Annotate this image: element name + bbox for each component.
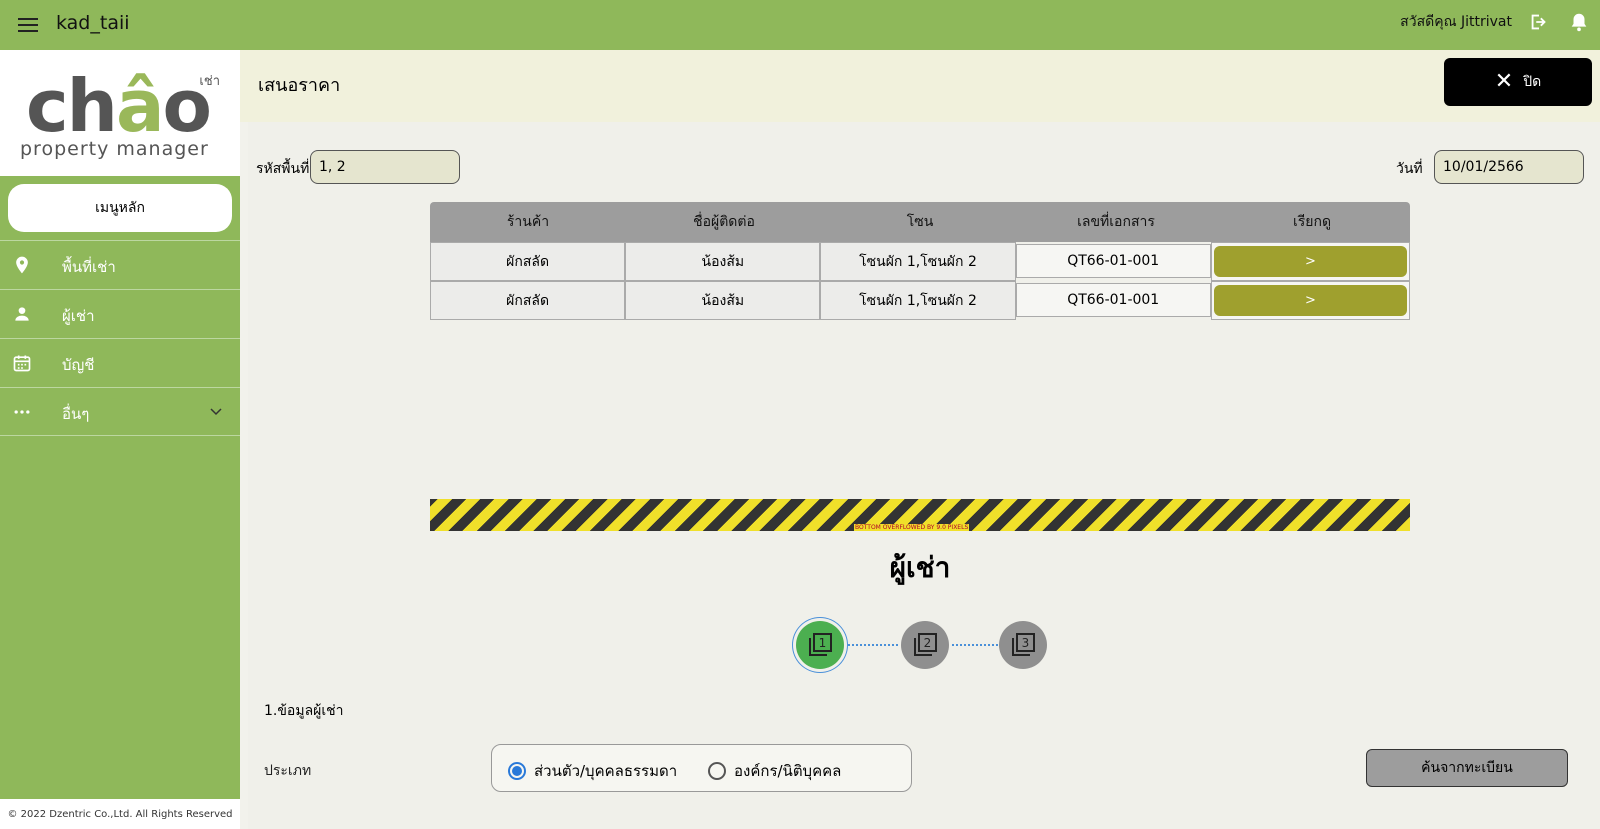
view-button[interactable]: >: [1213, 285, 1408, 316]
date-field[interactable]: 10/01/2566: [1434, 150, 1584, 184]
area-code-label: รหัสพื้นที่: [256, 161, 310, 177]
page-title: เสนอราคา: [258, 75, 341, 96]
column-header-view: เรียกดู: [1292, 214, 1332, 230]
column-header-zone: โซน: [906, 214, 934, 230]
column-header-doc-number: เลขที่เอกสาร: [1077, 214, 1155, 230]
table-row: ผักสลัด น้องส้ม โซนผัก 1,โซนผัก 2 QT66-0…: [430, 242, 1411, 281]
radio-selected-icon: [508, 762, 526, 780]
tenant-type-radio-group: ส่วนตัว/บุคคลธรรมดา องค์กร/นิติบุคคล: [491, 744, 912, 792]
zone-cell: โซนผัก 1,โซนผัก 2: [820, 281, 1016, 320]
contact-cell: น้องส้ม: [625, 242, 821, 281]
sidebar: châo property manager เช่า เมนูหลัก พื้น…: [0, 50, 240, 829]
page-header: [240, 50, 1600, 122]
hamburger-menu-icon[interactable]: [16, 14, 40, 36]
column-header-contact: ชื่อผู้ติดต่อ: [693, 214, 755, 230]
step-3-button[interactable]: 3: [999, 621, 1047, 669]
table-header: ร้านค้า ชื่อผู้ติดต่อ โซน เลขที่เอกสาร เ…: [430, 202, 1410, 242]
step-1-icon: 1: [809, 633, 832, 656]
sidebar-item-tenant[interactable]: ผู้เช่า: [0, 289, 240, 338]
sidebar-item-label: บัญชี: [62, 356, 95, 374]
sidebar-item-account[interactable]: บัญชี: [0, 338, 240, 387]
step-1-number: 1: [819, 636, 827, 650]
sidebar-item-rental-area[interactable]: พื้นที่เช่า: [0, 240, 240, 289]
radio-label: องค์กร/นิติบุคคล: [734, 762, 842, 780]
type-label: ประเภท: [264, 763, 312, 779]
sidebar-item-label: อื่นๆ: [62, 405, 90, 423]
location-pin-icon: [16, 256, 28, 274]
tenant-heading: ผู้เช่า: [889, 551, 951, 584]
step-1-button[interactable]: 1: [796, 621, 844, 669]
step-2-button[interactable]: 2: [901, 621, 949, 669]
view-button[interactable]: >: [1213, 246, 1408, 277]
date-label: วันที่: [1396, 161, 1423, 177]
person-icon: [15, 307, 29, 321]
contact-cell: น้องส้ม: [625, 281, 821, 320]
section-title: 1.ข้อมูลผู้เช่า: [264, 703, 344, 719]
app-bar: kad_taii สวัสดีคุณ Jittrivat: [0, 0, 1600, 50]
column-header-shop: ร้านค้า: [506, 214, 550, 230]
sidebar-item-others[interactable]: อื่นๆ: [0, 387, 240, 436]
table-row: ผักสลัด น้องส้ม โซนผัก 1,โซนผัก 2 QT66-0…: [430, 281, 1411, 320]
step-connector: [952, 644, 998, 646]
logout-icon[interactable]: [1528, 11, 1550, 33]
quotation-table: ร้านค้า ชื่อผู้ติดต่อ โซน เลขที่เอกสาร เ…: [430, 202, 1411, 320]
sidebar-item-label: พื้นที่เช่า: [62, 258, 116, 276]
radio-unselected-icon: [708, 762, 726, 780]
main-menu-button[interactable]: เมนูหลัก: [8, 184, 232, 232]
shop-cell: ผักสลัด: [430, 281, 626, 320]
calendar-icon: [13, 355, 31, 372]
chevron-down-icon: [210, 408, 222, 416]
overflow-warning-text: BOTTOM OVERFLOWED BY 9.0 PIXELS: [854, 524, 970, 531]
copyright-text: © 2022 Dzentric Co.,Ltd. All Rights Rese…: [0, 799, 240, 829]
step-2-icon: 2: [914, 633, 937, 656]
close-button-label: ปิด: [1523, 74, 1542, 90]
step-2-number: 2: [924, 636, 932, 650]
doc-number-cell: QT66-01-001: [1015, 244, 1211, 278]
logo-wordmark: châo: [26, 64, 212, 148]
area-code-field[interactable]: 1, 2: [310, 150, 460, 184]
logo-tag: เช่า: [199, 74, 220, 89]
close-button[interactable]: ✕ ปิด: [1444, 58, 1592, 106]
app-title: kad_taii: [56, 12, 130, 34]
radio-individual[interactable]: ส่วนตัว/บุคคลธรรมดา: [508, 759, 677, 783]
logo-subtitle: property manager: [20, 138, 209, 160]
step-3-icon: 3: [1012, 633, 1035, 656]
doc-number-cell: QT66-01-001: [1015, 283, 1211, 317]
action-cell: >: [1210, 281, 1411, 320]
action-cell: >: [1210, 242, 1411, 281]
close-icon: ✕: [1494, 69, 1514, 94]
step-3-number: 3: [1022, 636, 1030, 650]
company-logo: châo property manager เช่า: [0, 50, 240, 176]
zone-cell: โซนผัก 1,โซนผัก 2: [820, 242, 1016, 281]
shop-cell: ผักสลัด: [430, 242, 626, 281]
sidebar-item-label: ผู้เช่า: [62, 307, 95, 325]
radio-label: ส่วนตัว/บุคคลธรรมดา: [534, 762, 678, 780]
notification-bell-icon[interactable]: [1568, 10, 1590, 34]
user-greeting: สวัสดีคุณ Jittrivat: [1400, 14, 1512, 30]
step-connector: [848, 644, 898, 646]
search-registry-button[interactable]: ค้นจากทะเบียน: [1366, 749, 1568, 787]
radio-organization[interactable]: องค์กร/นิติบุคคล: [708, 759, 841, 783]
more-dots-icon: [14, 410, 30, 414]
